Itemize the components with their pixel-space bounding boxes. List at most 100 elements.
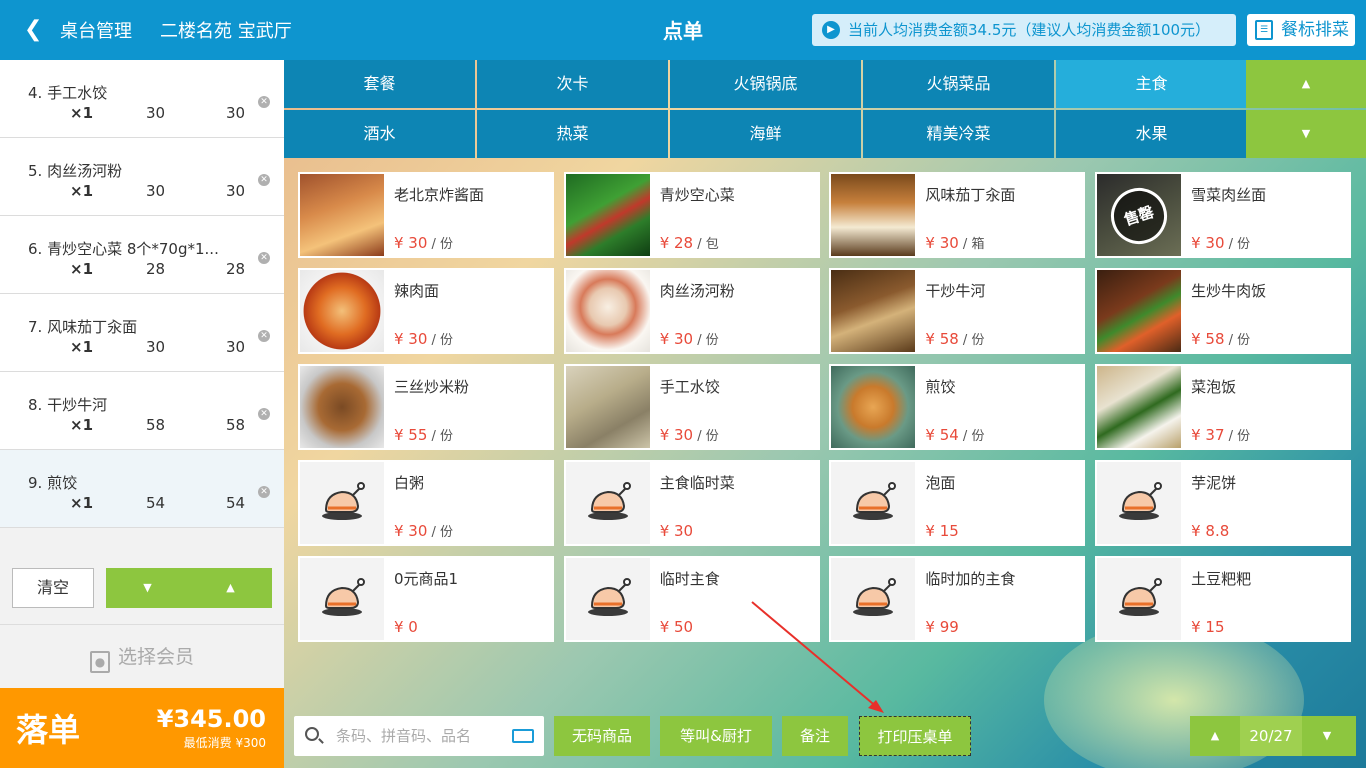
product-price-line: ¥ 8.8 bbox=[1191, 522, 1229, 542]
remove-icon[interactable]: ✕ bbox=[258, 408, 270, 420]
product-card[interactable]: 0元商品1 ¥ 0 bbox=[298, 556, 554, 642]
search-box[interactable] bbox=[294, 716, 544, 756]
product-price: ¥ 28 bbox=[659, 234, 694, 252]
product-price: ¥ 30 bbox=[659, 522, 694, 540]
tabs-up-icon[interactable]: ▲ bbox=[1246, 60, 1366, 108]
product-card[interactable]: 青炒空心菜 ¥ 28 / 包 bbox=[563, 172, 820, 258]
remove-icon[interactable]: ✕ bbox=[258, 252, 270, 264]
product-card[interactable]: 泡面 ¥ 15 bbox=[829, 460, 1086, 546]
category-tab[interactable]: 热菜 bbox=[477, 110, 668, 158]
food-placeholder-icon bbox=[322, 482, 365, 520]
product-image bbox=[300, 270, 384, 352]
product-name: 风味茄丁汆面 bbox=[925, 186, 1016, 204]
page-down-icon[interactable]: ▼ bbox=[1302, 716, 1352, 756]
product-name: 煎饺 bbox=[925, 378, 956, 396]
product-image bbox=[831, 270, 916, 352]
product-placeholder-image bbox=[300, 558, 384, 640]
category-tab[interactable]: 海鲜 bbox=[670, 110, 861, 158]
keyboard-icon[interactable] bbox=[512, 729, 534, 743]
page-up-icon[interactable]: ▲ bbox=[1190, 716, 1240, 756]
product-card[interactable]: 风味茄丁汆面 ¥ 30 / 箱 bbox=[829, 172, 1086, 258]
product-card[interactable]: 临时加的主食 ¥ 99 bbox=[829, 556, 1086, 642]
product-card[interactable]: 肉丝汤河粉 ¥ 30 / 份 bbox=[563, 268, 820, 354]
call-kitchen-button[interactable]: 等叫&厨打 bbox=[660, 716, 772, 756]
product-price: ¥ 55 bbox=[394, 426, 428, 444]
product-image bbox=[565, 174, 650, 256]
product-card[interactable]: 菜泡饭 ¥ 37 / 份 bbox=[1095, 364, 1352, 450]
order-item-price: 30 bbox=[146, 104, 166, 122]
order-item[interactable]: 7. 风味茄丁汆面 ×1 30 30 ✕ bbox=[0, 294, 284, 372]
product-price: ¥ 0 bbox=[394, 618, 418, 636]
product-price: ¥ 30 bbox=[659, 426, 694, 444]
order-item[interactable]: 6. 青炒空心菜 8个*70g*1... ×1 28 28 ✕ bbox=[0, 216, 284, 294]
product-card[interactable]: 三丝炒米粉 ¥ 55 / 份 bbox=[298, 364, 554, 450]
product-card[interactable]: 辣肉面 ¥ 30 / 份 bbox=[298, 268, 554, 354]
order-item-name: 7. 风味茄丁汆面 bbox=[28, 318, 138, 336]
remove-icon[interactable]: ✕ bbox=[258, 174, 270, 186]
search-icon bbox=[305, 727, 319, 741]
category-tab[interactable]: 套餐 bbox=[284, 60, 475, 108]
order-item[interactable]: 8. 干炒牛河 ×1 58 58 ✕ bbox=[0, 372, 284, 450]
tabs-down-icon[interactable]: ▼ bbox=[1246, 110, 1366, 158]
category-tab[interactable]: 水果 bbox=[1056, 110, 1247, 158]
product-card[interactable]: 临时主食 ¥ 50 bbox=[563, 556, 820, 642]
print-table-slip-button[interactable]: 打印压桌单 bbox=[859, 716, 971, 756]
category-tab[interactable]: 火锅菜品 bbox=[863, 60, 1054, 108]
clear-button[interactable]: 清空 bbox=[12, 568, 94, 608]
remove-icon[interactable]: ✕ bbox=[258, 330, 270, 342]
product-price: ¥ 58 bbox=[1191, 330, 1225, 348]
category-tab[interactable]: 酒水 bbox=[284, 110, 475, 158]
category-tab[interactable]: 次卡 bbox=[477, 60, 668, 108]
product-unit: / 份 bbox=[427, 525, 454, 540]
product-name: 白粥 bbox=[394, 474, 425, 492]
scroll-down-icon[interactable]: ▼ bbox=[106, 568, 189, 608]
search-input[interactable] bbox=[336, 724, 506, 748]
product-unit: / 包 bbox=[693, 237, 719, 252]
order-item[interactable]: 9. 煎饺 ×1 54 54 ✕ bbox=[0, 450, 284, 528]
order-item[interactable]: 5. 肉丝汤河粉 ×1 30 30 ✕ bbox=[0, 138, 284, 216]
product-price-line: ¥ 30 / 份 bbox=[394, 522, 453, 542]
category-tab[interactable]: 主食 bbox=[1056, 60, 1247, 108]
order-item-qty: ×1 bbox=[70, 104, 94, 122]
remove-icon[interactable]: ✕ bbox=[258, 96, 270, 108]
order-amount: ¥345.00 bbox=[156, 705, 266, 733]
product-unit: / 箱 bbox=[958, 237, 985, 252]
submit-order-button[interactable]: 落单 ¥345.00 最低消费 ¥300 bbox=[0, 688, 284, 768]
product-unit: / 份 bbox=[958, 429, 985, 444]
product-price-line: ¥ 37 / 份 bbox=[1191, 426, 1250, 446]
meal-standard-label: 餐标排菜 bbox=[1281, 20, 1349, 40]
remove-icon[interactable]: ✕ bbox=[258, 486, 270, 498]
pager: ▲ 20/27 ▼ bbox=[1190, 716, 1356, 756]
product-card[interactable]: 老北京炸酱面 ¥ 30 / 份 bbox=[298, 172, 554, 258]
product-card[interactable]: 生炒牛肉饭 ¥ 58 / 份 bbox=[1095, 268, 1352, 354]
no-code-item-button[interactable]: 无码商品 bbox=[554, 716, 650, 756]
product-price-line: ¥ 58 / 份 bbox=[925, 330, 984, 350]
product-placeholder-image bbox=[565, 558, 650, 640]
product-card[interactable]: 干炒牛河 ¥ 58 / 份 bbox=[829, 268, 1086, 354]
product-price-line: ¥ 15 bbox=[925, 522, 958, 542]
product-price-line: ¥ 30 / 份 bbox=[660, 426, 719, 446]
product-card[interactable]: 手工水饺 ¥ 30 / 份 bbox=[563, 364, 820, 450]
product-card[interactable]: 白粥 ¥ 30 / 份 bbox=[298, 460, 554, 546]
product-price: ¥ 30 bbox=[1191, 234, 1225, 252]
product-card[interactable]: 售罄 雪菜肉丝面 ¥ 30 / 份 bbox=[1095, 172, 1352, 258]
remark-button[interactable]: 备注 bbox=[782, 716, 848, 756]
category-tab[interactable]: 精美冷菜 bbox=[863, 110, 1054, 158]
product-card[interactable]: 煎饺 ¥ 54 / 份 bbox=[829, 364, 1086, 450]
page-indicator: 20/27 bbox=[1240, 716, 1302, 756]
meal-standard-button[interactable]: ☰ 餐标排菜 bbox=[1247, 14, 1355, 46]
product-card[interactable]: 主食临时菜 ¥ 30 bbox=[563, 460, 820, 546]
food-placeholder-icon bbox=[587, 482, 631, 520]
order-item[interactable]: 4. 手工水饺 ×1 30 30 ✕ bbox=[0, 60, 284, 138]
product-unit: / 份 bbox=[958, 333, 985, 348]
product-card[interactable]: 土豆粑粑 ¥ 15 bbox=[1095, 556, 1352, 642]
top-header: ❮ 桌台管理 二楼名苑 宝武厅 点单 ▶ 当前人均消费金额34.5元（建议人均消… bbox=[0, 0, 1366, 60]
product-name: 芋泥饼 bbox=[1191, 474, 1237, 492]
product-name: 干炒牛河 bbox=[925, 282, 986, 300]
food-placeholder-icon bbox=[1119, 578, 1163, 616]
order-item-price: 30 bbox=[146, 338, 166, 356]
category-tab[interactable]: 火锅锅底 bbox=[670, 60, 861, 108]
select-member-button[interactable]: ● 选择会员 bbox=[0, 640, 284, 674]
product-card[interactable]: 芋泥饼 ¥ 8.8 bbox=[1095, 460, 1352, 546]
scroll-up-icon[interactable]: ▲ bbox=[189, 568, 272, 608]
